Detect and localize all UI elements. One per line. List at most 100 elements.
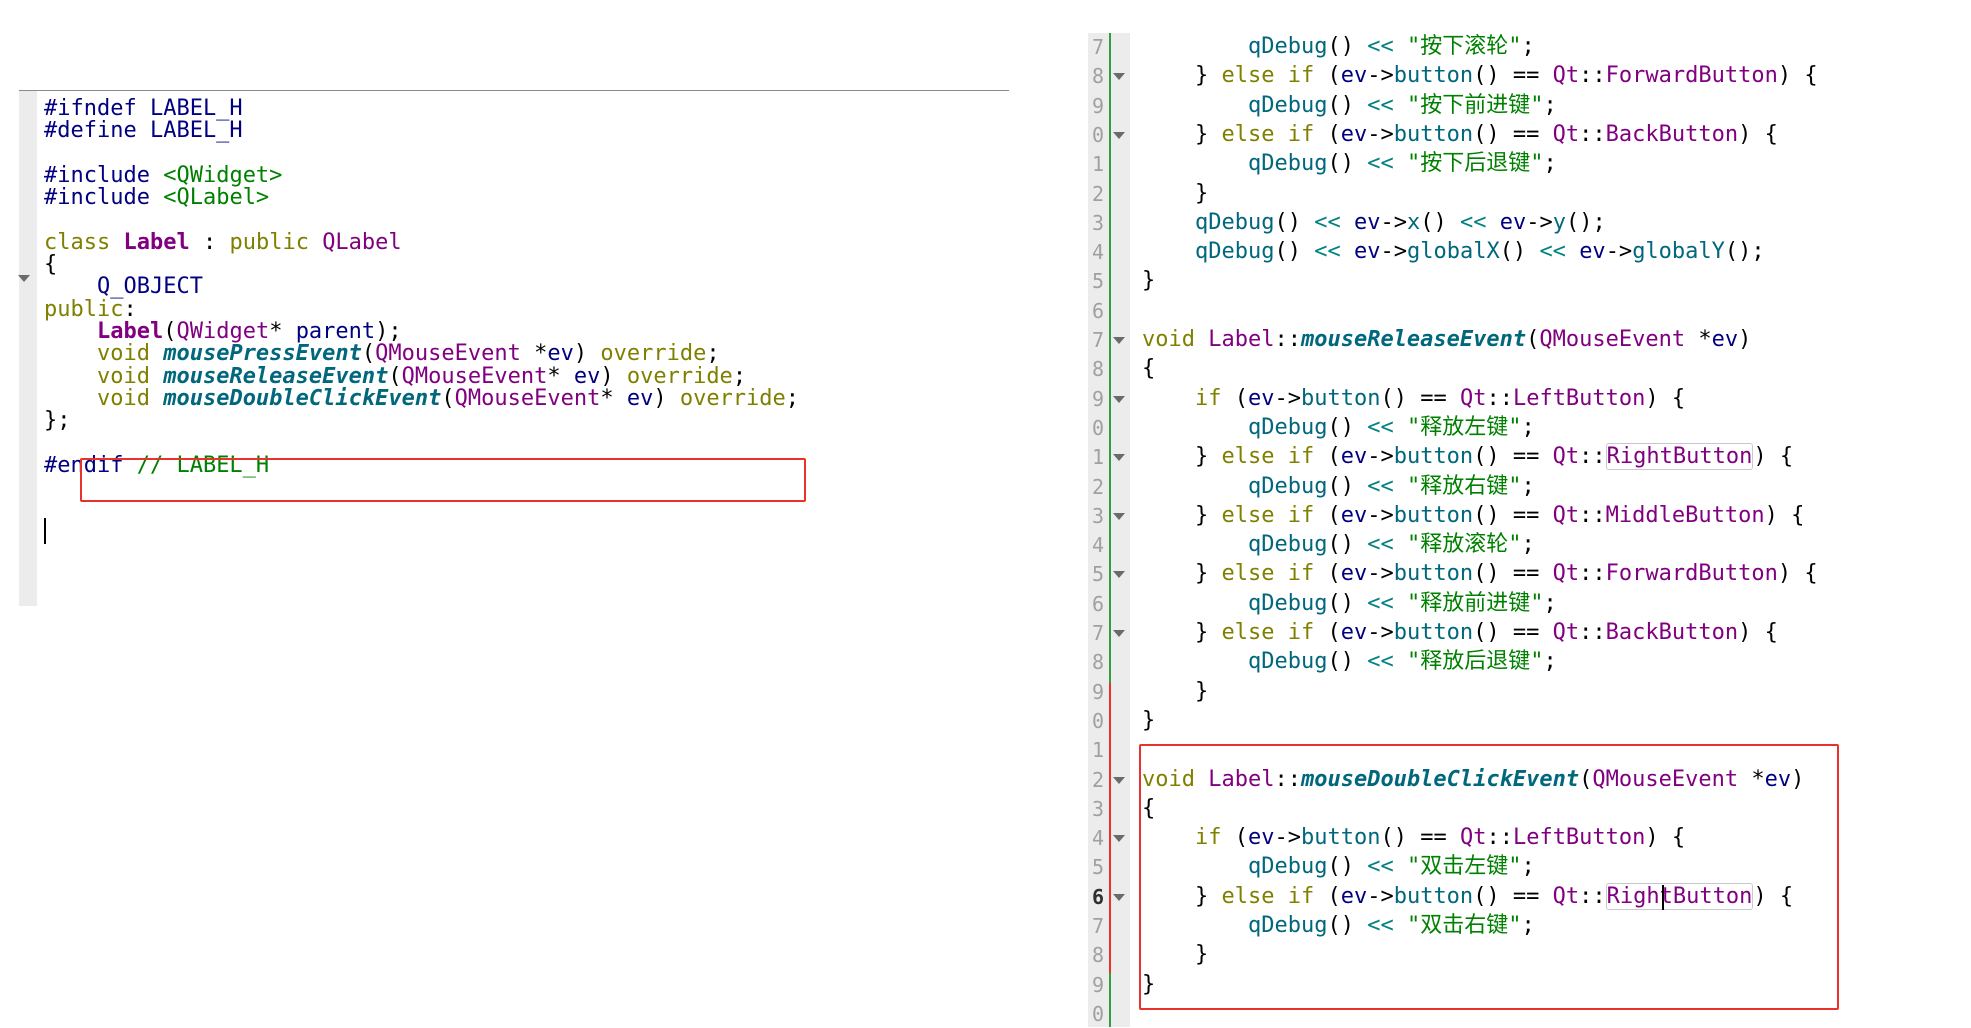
code-token: ) { bbox=[1738, 620, 1778, 645]
code-token: ForwardButton bbox=[1605, 63, 1778, 89]
code-token: #define LABEL_H bbox=[44, 118, 243, 144]
line-number: 9 bbox=[1091, 972, 1104, 997]
code-token: << bbox=[1314, 239, 1341, 265]
code-token: :: bbox=[1579, 121, 1606, 147]
code-token: } bbox=[1142, 268, 1156, 294]
line-number: 2 bbox=[1091, 474, 1104, 499]
code-token: (); bbox=[1724, 239, 1765, 265]
line-number: 3 bbox=[1091, 210, 1104, 235]
line-number: 2 bbox=[1091, 767, 1104, 792]
fold-arrow-icon[interactable] bbox=[1113, 630, 1125, 637]
fold-arrow-icon[interactable] bbox=[1113, 73, 1125, 81]
code-token: -> bbox=[1367, 561, 1394, 587]
code-token: () == bbox=[1473, 502, 1553, 528]
code-token: -> bbox=[1380, 209, 1407, 235]
code-token: ; bbox=[1521, 34, 1535, 59]
fold-arrow-icon[interactable] bbox=[1113, 893, 1125, 901]
code-token: } bbox=[1142, 444, 1222, 470]
code-line: } bbox=[1142, 267, 1155, 295]
code-token: "释放左键" bbox=[1393, 414, 1522, 440]
code-token: } bbox=[1142, 561, 1222, 587]
text-cursor bbox=[1662, 884, 1664, 910]
line-number: 5 bbox=[1091, 562, 1104, 587]
code-token: Qt bbox=[1552, 620, 1580, 645]
code-token: Qt bbox=[1552, 561, 1580, 587]
code-token: -> bbox=[1367, 444, 1394, 470]
code-token: } bbox=[1142, 707, 1156, 733]
code-line: } else if (ev->button() == Qt::RightButt… bbox=[1142, 443, 1793, 471]
right-line-numbers: 7 8 9 0 1 2 3 4 5 6 7 8 9 0 1 2 3 4 5 6 7 8 9 0 1 2 3 4 5 6 7 8 9 0 bbox=[1090, 33, 1106, 1027]
code-token: ) { bbox=[1777, 561, 1818, 587]
code-token: () bbox=[1327, 34, 1368, 59]
line-number: 4 bbox=[1091, 240, 1104, 265]
code-token: ForwardButton bbox=[1605, 561, 1778, 587]
code-token: ) { bbox=[1738, 121, 1778, 147]
line-number: 9 bbox=[1091, 93, 1104, 118]
code-token: ev bbox=[1340, 502, 1368, 528]
code-token: () bbox=[1327, 473, 1368, 499]
code-token: else if bbox=[1221, 444, 1328, 470]
code-line: qDebug() << "释放后退键"; bbox=[1142, 648, 1557, 676]
line-number: 8 bbox=[1091, 943, 1104, 968]
code-token: ev bbox=[1340, 63, 1368, 89]
fold-arrow-icon[interactable] bbox=[1113, 512, 1125, 520]
code-token: ( bbox=[1327, 444, 1341, 470]
code-token: Qt bbox=[1459, 385, 1487, 411]
fold-arrow-icon[interactable] bbox=[1113, 337, 1125, 344]
code-token: () == bbox=[1473, 121, 1553, 147]
line-number: 0 bbox=[1091, 1001, 1104, 1026]
code-token: ev bbox=[1353, 209, 1381, 235]
code-token: button bbox=[1393, 620, 1474, 645]
fold-arrow-icon[interactable] bbox=[1113, 131, 1125, 139]
code-token: Qt bbox=[1552, 502, 1580, 528]
code-line: } bbox=[1142, 707, 1155, 735]
fold-arrow-icon[interactable] bbox=[1113, 571, 1125, 579]
code-token: override bbox=[679, 385, 786, 411]
code-token: } bbox=[1142, 63, 1222, 89]
code-token: ev bbox=[1340, 561, 1368, 587]
code-token: ; bbox=[785, 385, 800, 411]
fold-arrow-icon[interactable] bbox=[1113, 835, 1125, 843]
fold-arrow-icon[interactable] bbox=[1113, 454, 1125, 462]
line-number: 6 bbox=[1091, 884, 1104, 909]
code-line: } else if (ev->button() == Qt::BackButto… bbox=[1142, 121, 1778, 149]
code-token: ; bbox=[1543, 590, 1557, 616]
code-token: () bbox=[1327, 92, 1368, 118]
code-line: qDebug() << "释放左键"; bbox=[1142, 414, 1535, 442]
code-token: -> bbox=[1367, 502, 1394, 528]
code-token: ; bbox=[1521, 414, 1535, 440]
left-editor[interactable]: #ifndef LABEL_H #define LABEL_H #include <… bbox=[19, 76, 1009, 606]
code-token: "按下滚轮" bbox=[1393, 34, 1522, 59]
code-token: Qt bbox=[1552, 444, 1580, 470]
code-line: qDebug() << "按下滚轮"; bbox=[1142, 33, 1535, 61]
code-line: #include <QLabel> bbox=[44, 184, 269, 212]
text-cursor bbox=[44, 518, 46, 544]
fold-arrow-icon[interactable] bbox=[1113, 776, 1125, 784]
code-token: else if bbox=[1221, 63, 1328, 89]
line-number: 6 bbox=[1091, 298, 1104, 323]
code-token: () bbox=[1327, 649, 1368, 675]
fold-arrow-icon[interactable] bbox=[1113, 395, 1125, 403]
code-token: mouseReleaseEvent bbox=[1300, 327, 1527, 352]
code-token: button bbox=[1393, 121, 1474, 147]
code-token: ) { bbox=[1764, 502, 1805, 528]
fold-arrow-icon[interactable] bbox=[18, 275, 30, 282]
code-token: "释放前进键" bbox=[1393, 590, 1544, 616]
line-number: 9 bbox=[1091, 386, 1104, 411]
code-token: ( bbox=[1327, 620, 1341, 645]
line-number: 8 bbox=[1091, 64, 1104, 89]
code-token: else if bbox=[1221, 620, 1328, 645]
code-line: } bbox=[1142, 180, 1208, 208]
code-token: ( bbox=[1327, 63, 1341, 89]
code-token: Label bbox=[123, 229, 190, 255]
line-number: 7 bbox=[1091, 328, 1104, 352]
code-line: }; bbox=[44, 407, 71, 435]
line-number: 6 bbox=[1091, 591, 1104, 616]
code-token: "释放滚轮" bbox=[1393, 532, 1522, 558]
code-token: ; bbox=[1521, 473, 1535, 499]
